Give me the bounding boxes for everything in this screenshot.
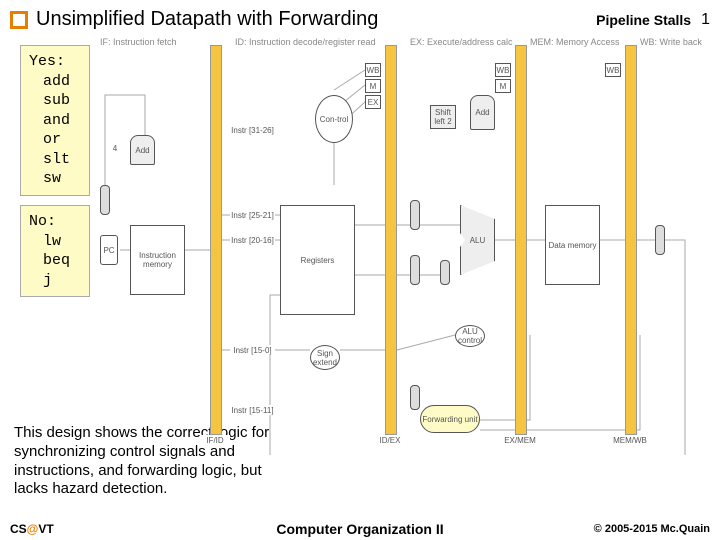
footer-cs: CS [10, 522, 27, 536]
no-item: beq [29, 251, 81, 271]
no-label: No: [29, 212, 81, 232]
slide-title: Unsimplified Datapath with Forwarding [36, 8, 596, 31]
stage-label-if: IF: Instruction fetch [100, 37, 177, 47]
wiring-svg [100, 35, 710, 455]
adder-if: Add [130, 135, 155, 165]
stage-label-mem: MEM: Memory Access [530, 37, 620, 47]
alu-control: ALU control [455, 325, 485, 347]
mux-regdst [410, 385, 420, 410]
ifid-label: IF/ID [200, 435, 230, 445]
yes-item: sw [29, 169, 81, 189]
yes-item: slt [29, 150, 81, 170]
mux-alusrc [440, 260, 450, 285]
exmem-label: EX/MEM [500, 435, 540, 445]
instr-15-11: Instr [15-11] [230, 405, 275, 415]
exmem-register [515, 45, 527, 435]
control-unit: Con-trol [315, 95, 353, 143]
ex-ctrl-id: EX [365, 95, 381, 109]
sign-extend: Sign extend [310, 345, 340, 370]
yes-item: add [29, 72, 81, 92]
datapath-diagram: IF: Instruction fetch ID: Instruction de… [100, 35, 710, 455]
yes-item: sub [29, 91, 81, 111]
wb-ctrl-mem: WB [605, 63, 621, 77]
idex-register [385, 45, 397, 435]
memwb-register [625, 45, 637, 435]
slide-footer: CS@VT Computer Organization II © 2005-20… [0, 522, 720, 536]
idex-label: ID/EX [375, 435, 405, 445]
footer-copyright: © 2005-2015 Mc.Quain [594, 523, 710, 535]
yes-item: or [29, 130, 81, 150]
ifid-register [210, 45, 222, 435]
constant-four: 4 [110, 143, 120, 153]
m-ctrl-ex: M [495, 79, 511, 93]
mux-alu-b [410, 255, 420, 285]
slide-marker [10, 11, 28, 29]
instr-25-21: Instr [25-21] [230, 210, 275, 220]
yes-instruction-box: Yes: add sub and or slt sw [20, 45, 90, 196]
mux-pc [100, 185, 110, 215]
m-ctrl-id: M [365, 79, 381, 93]
shift-left-2: Shift left 2 [430, 105, 456, 129]
page-number: 1 [701, 11, 710, 29]
footer-vt: VT [38, 522, 53, 536]
slide-topic: Pipeline Stalls [596, 12, 691, 28]
yes-item: and [29, 111, 81, 131]
footer-csvt: CS@VT [10, 522, 54, 536]
no-instruction-box: No: lw beq j [20, 205, 90, 297]
forwarding-unit: Forwarding unit [420, 405, 480, 433]
wb-ctrl-id: WB [365, 63, 381, 77]
mux-wb [655, 225, 665, 255]
footer-center: Computer Organization II [276, 521, 443, 537]
yes-label: Yes: [29, 52, 81, 72]
mux-alu-a [410, 200, 420, 230]
instr-15-0: Instr [15-0] [230, 345, 275, 355]
pc-block: PC [100, 235, 118, 265]
stage-label-id: ID: Instruction decode/register read [235, 37, 376, 47]
instr-31-26: Instr [31-26] [230, 125, 275, 135]
stage-label-ex: EX: Execute/address calc [410, 37, 513, 47]
data-memory: Data memory [545, 205, 600, 285]
stage-label-wb: WB: Write back [640, 37, 702, 47]
memwb-label: MEM/WB [610, 435, 650, 445]
adder-branch: Add [470, 95, 495, 130]
register-file: Registers [280, 205, 355, 315]
no-item: lw [29, 232, 81, 252]
footer-at: @ [27, 522, 39, 536]
wb-ctrl-ex: WB [495, 63, 511, 77]
instr-20-16: Instr [20-16] [230, 235, 275, 245]
instruction-memory: Instruction memory [130, 225, 185, 295]
no-item: j [29, 271, 81, 291]
